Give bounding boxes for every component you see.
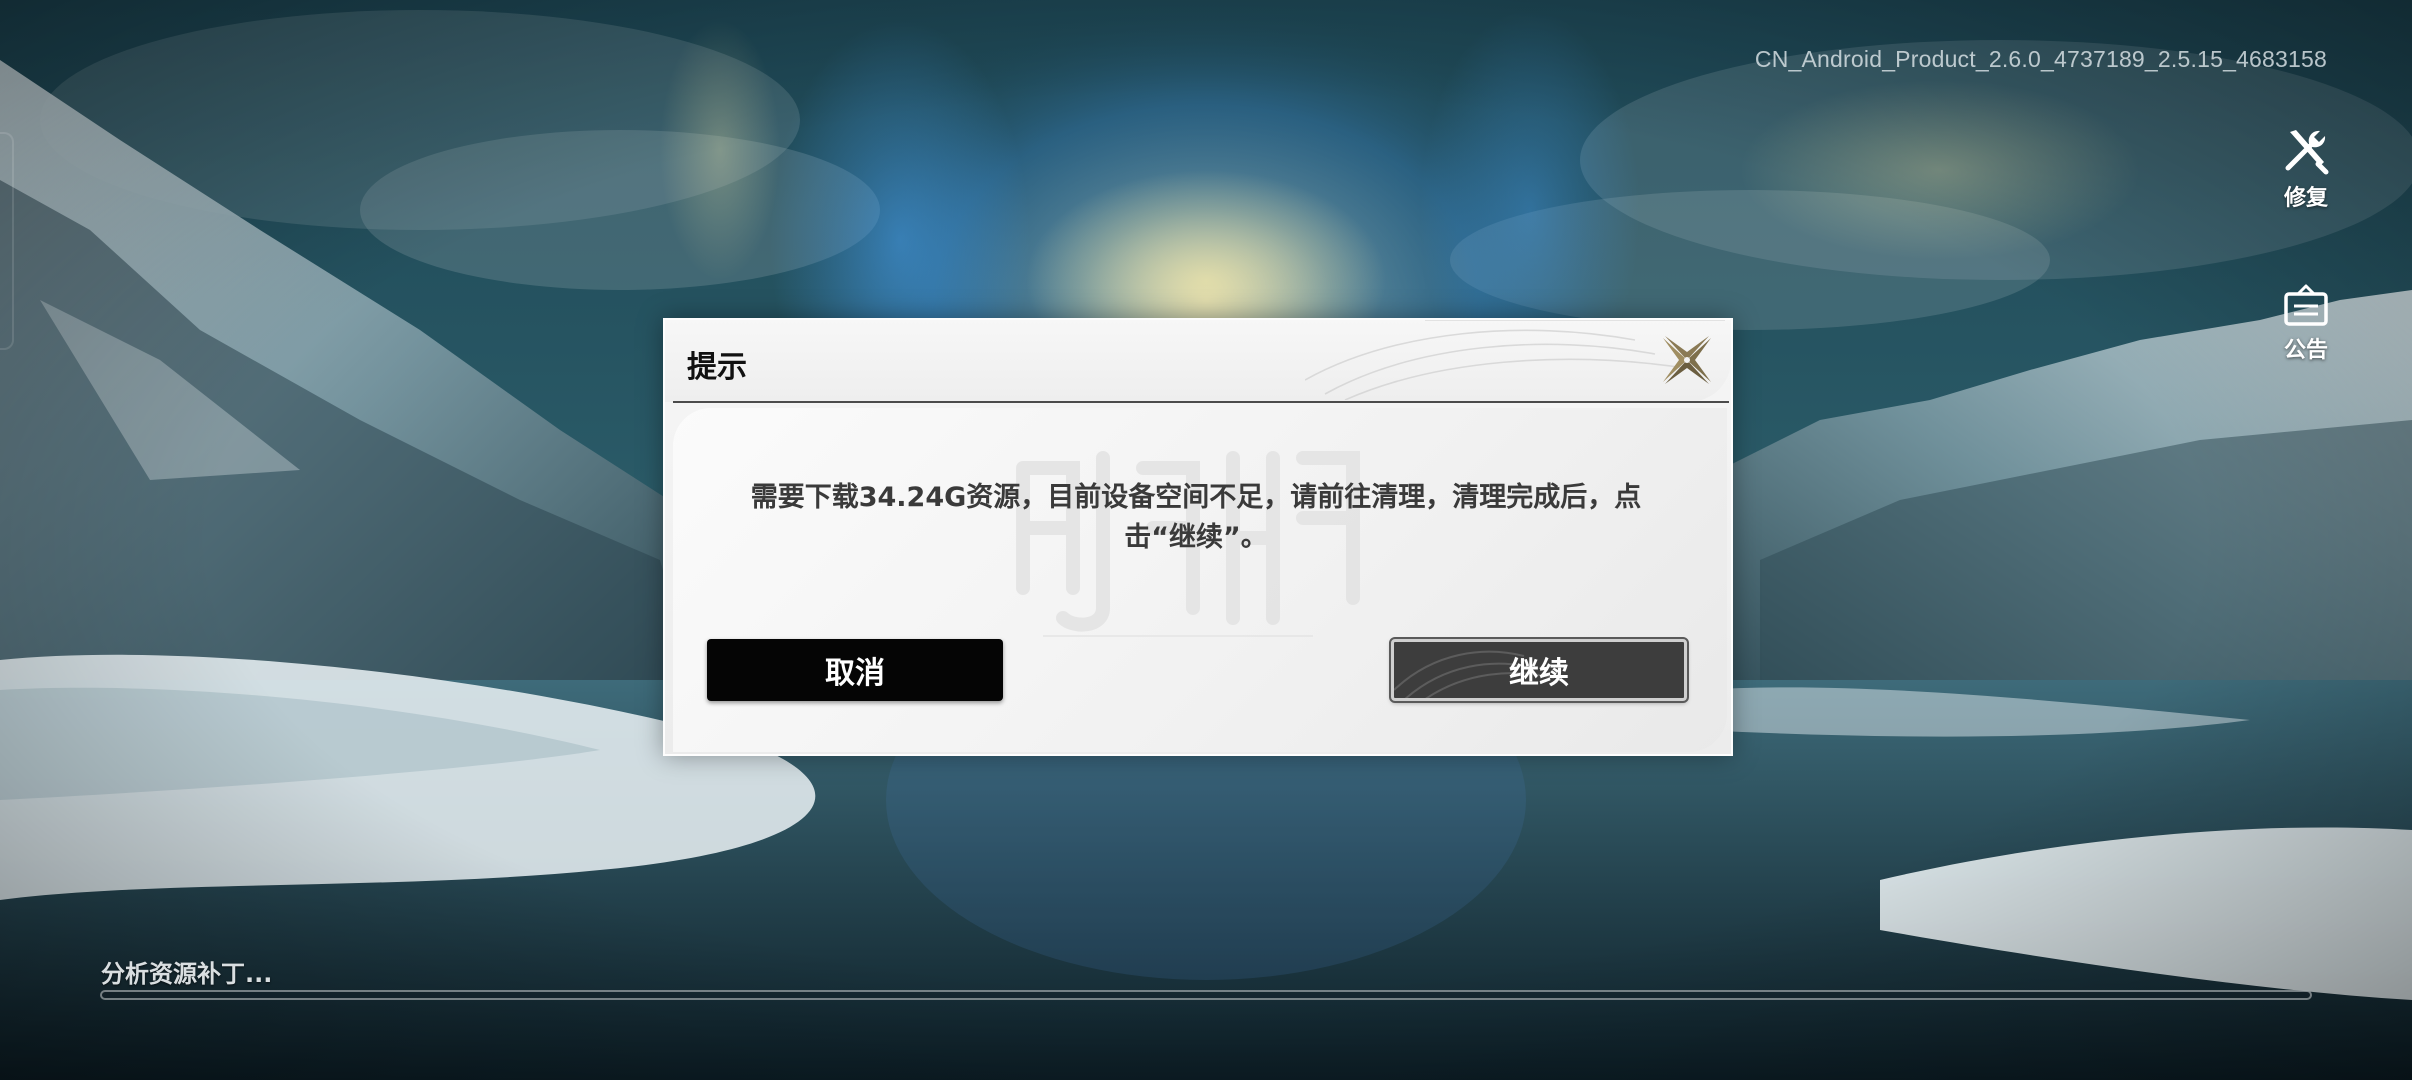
dialog-title: 提示 bbox=[687, 350, 747, 385]
cancel-button[interactable]: 取消 bbox=[707, 639, 1003, 701]
version-label: CN_Android_Product_2.6.0_4737189_2.5.15_… bbox=[1754, 46, 2327, 72]
repair-label: 修复 bbox=[2283, 186, 2328, 211]
dialog-message: 需要下载34.24G资源，目前设备空间不足，请前往清理，清理完成后，点击“继续”… bbox=[750, 482, 1642, 553]
repair-button[interactable]: 修复 bbox=[2266, 124, 2346, 212]
notice-board-icon bbox=[2284, 284, 2328, 326]
progress-bar bbox=[100, 990, 2312, 1000]
continue-button[interactable]: 继续 bbox=[1389, 637, 1689, 703]
close-button[interactable] bbox=[1657, 330, 1717, 390]
close-star-icon bbox=[1663, 336, 1711, 384]
prompt-dialog: 提示 需要下载34.24G资源，目前设备空间不足，请前往清理，清理完成后，点击“… bbox=[663, 318, 1733, 756]
loading-status: 分析资源补丁... bbox=[101, 960, 273, 988]
dialog-header: 提示 bbox=[665, 320, 1731, 402]
continue-label: 继续 bbox=[1509, 656, 1569, 691]
notice-button[interactable]: 公告 bbox=[2266, 282, 2346, 364]
notice-label: 公告 bbox=[2283, 338, 2328, 363]
cancel-label: 取消 bbox=[825, 656, 885, 691]
header-divider bbox=[673, 401, 1729, 403]
left-edge-frame bbox=[0, 132, 14, 350]
wrench-screwdriver-icon bbox=[2285, 130, 2329, 175]
